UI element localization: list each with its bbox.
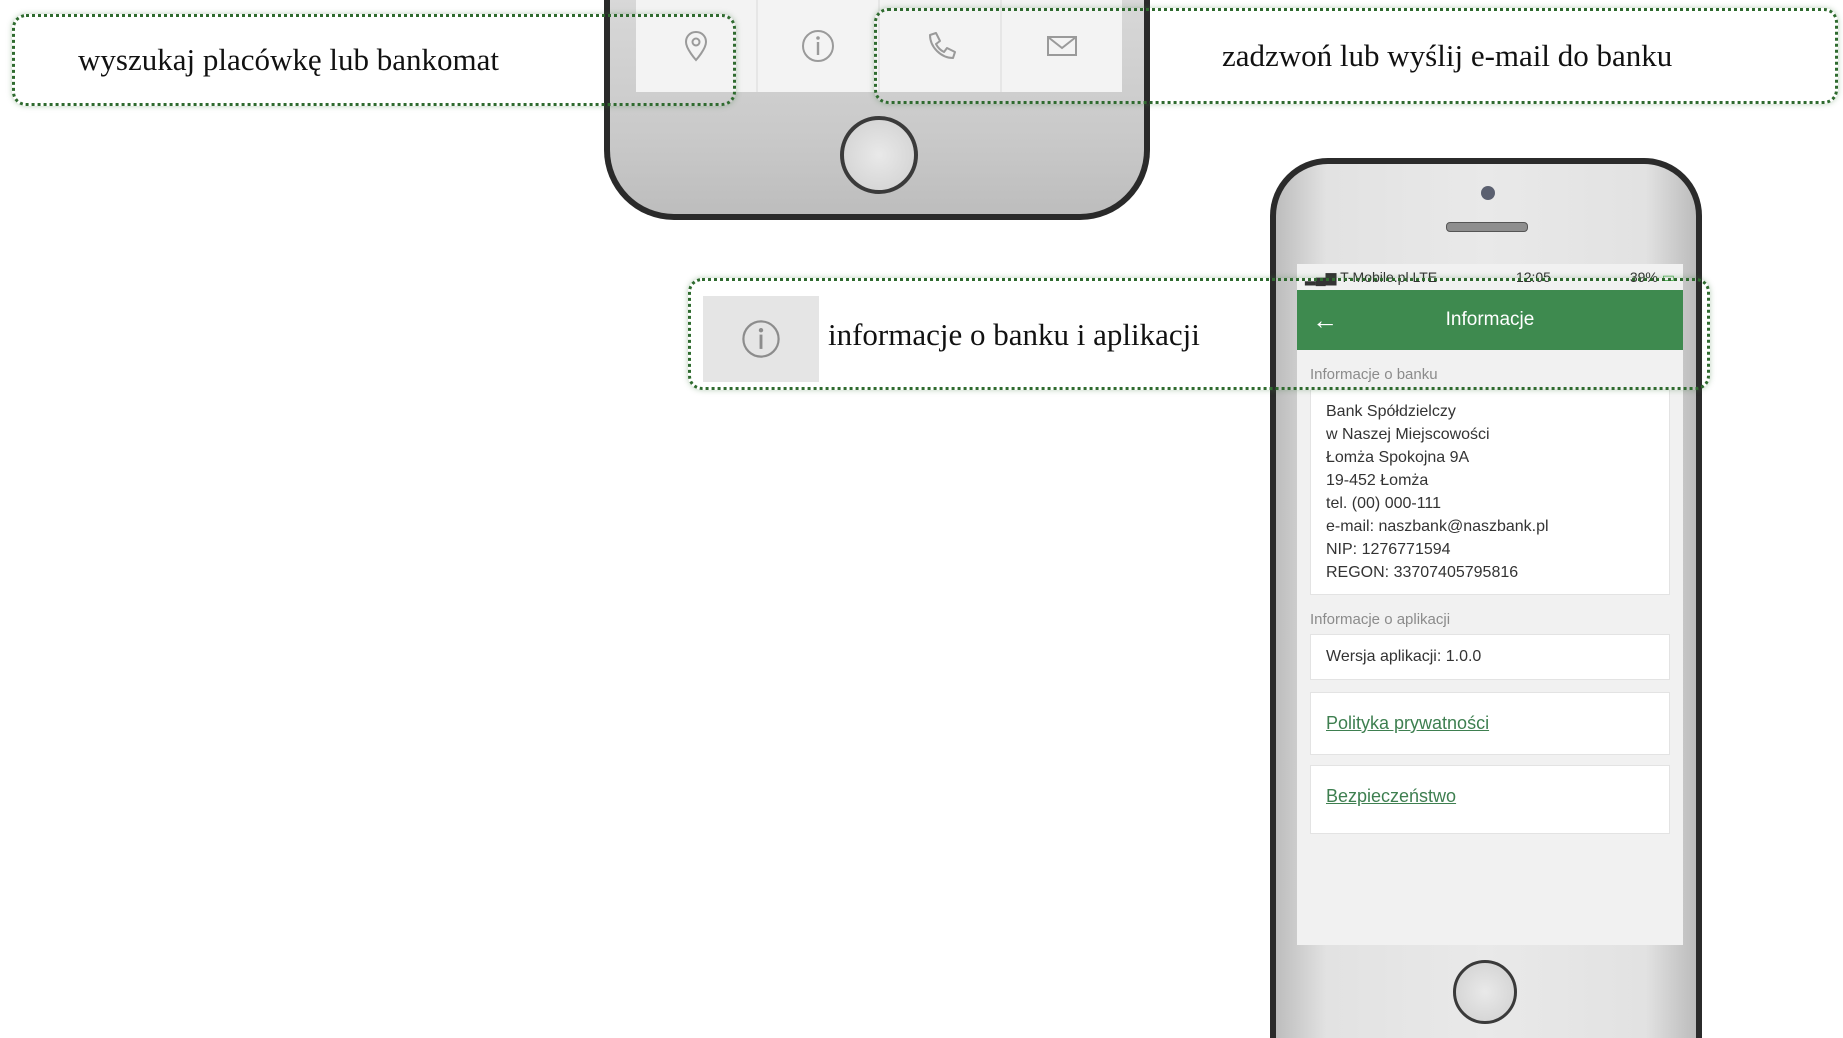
bank-info-line: Bank Spółdzielczy bbox=[1326, 403, 1456, 420]
bank-info-line: e-mail: naszbank@naszbank.pl bbox=[1326, 518, 1549, 535]
info-callout-text: informacje o banku i aplikacji bbox=[828, 317, 1200, 352]
bank-info-line: 19-452 Łomża bbox=[1326, 472, 1429, 489]
info-icon bbox=[802, 30, 834, 62]
security-card: Bezpieczeństwo bbox=[1310, 765, 1670, 834]
bank-info-line: NIP: 1276771594 bbox=[1326, 541, 1451, 558]
home-button[interactable] bbox=[840, 116, 918, 194]
home-button[interactable] bbox=[1453, 960, 1517, 1024]
app-version: Wersja aplikacji: 1.0.0 bbox=[1326, 648, 1482, 665]
bank-info-card: Bank Spółdzielczy w Naszej Miejscowości … bbox=[1310, 389, 1670, 595]
privacy-card: Polityka prywatności bbox=[1310, 692, 1670, 755]
info-button[interactable] bbox=[758, 0, 880, 92]
bank-info-line: w Naszej Miejscowości bbox=[1326, 426, 1490, 443]
bank-info-line: tel. (00) 000-111 bbox=[1326, 495, 1442, 512]
security-link[interactable]: Bezpieczeństwo bbox=[1326, 786, 1456, 806]
camera bbox=[1481, 186, 1495, 200]
app-version-card: Wersja aplikacji: 1.0.0 bbox=[1310, 634, 1670, 680]
search-callout-text: wyszukaj placówkę lub bankomat bbox=[78, 42, 499, 77]
speaker bbox=[1446, 222, 1528, 232]
bank-info-line: Łomża Spokojna 9A bbox=[1326, 449, 1470, 466]
app-info-label: Informacje o aplikacji bbox=[1310, 611, 1451, 628]
contact-callout-text: zadzwoń lub wyślij e-mail do banku bbox=[1222, 38, 1673, 73]
privacy-policy-link[interactable]: Polityka prywatności bbox=[1326, 713, 1489, 733]
bank-info-line: REGON: 33707405795816 bbox=[1326, 564, 1519, 581]
